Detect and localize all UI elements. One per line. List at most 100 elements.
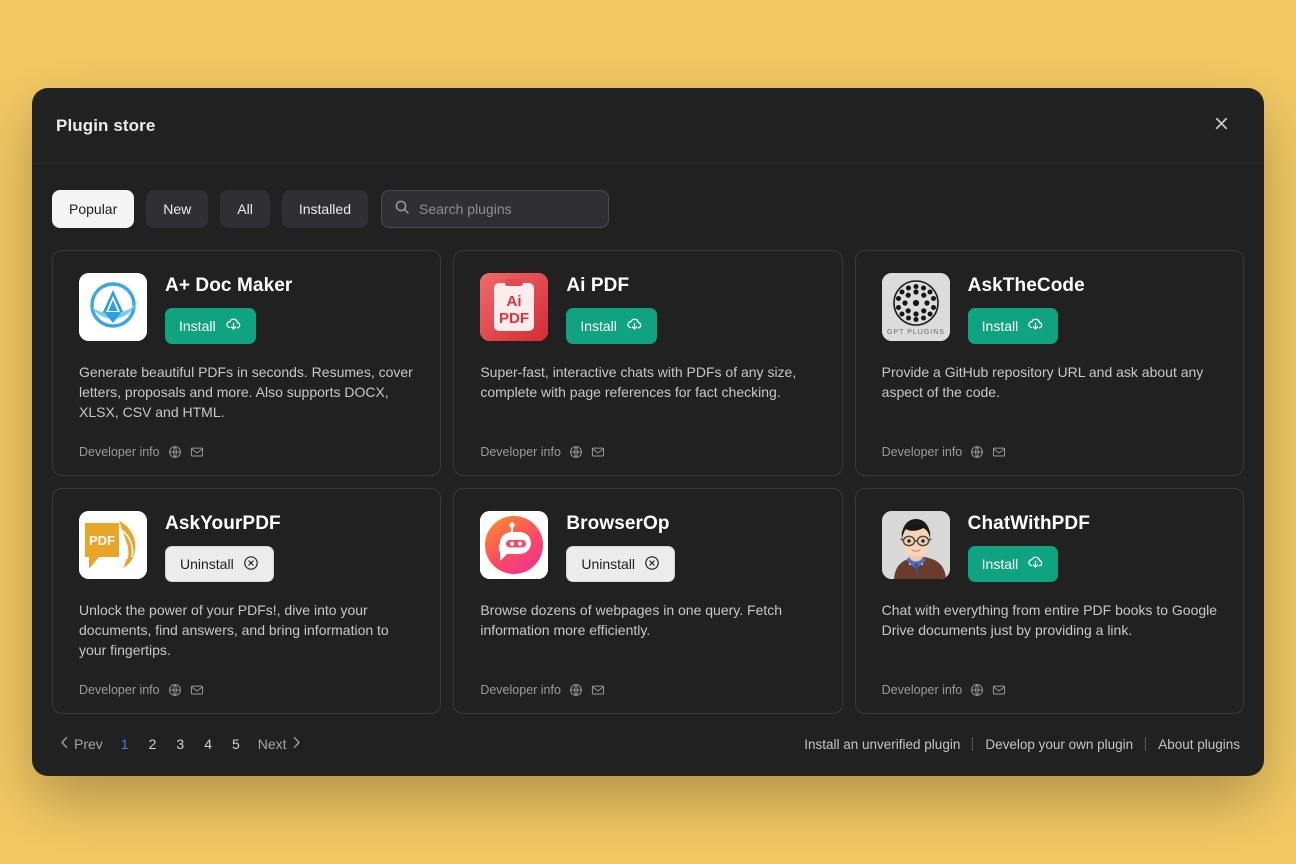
search-box[interactable] [381, 190, 609, 228]
footer-links: Install an unverified plugin Develop you… [792, 737, 1240, 752]
ai-pdf-icon: Ai PDF [480, 273, 549, 341]
globe-icon[interactable] [168, 683, 182, 697]
install-button[interactable]: Install [165, 308, 256, 344]
plugin-name: AskTheCode [967, 275, 1085, 296]
pagination-page-1[interactable]: 1 [111, 732, 139, 756]
search-icon [394, 199, 410, 220]
pagination-page-5[interactable]: 5 [222, 732, 250, 756]
chevron-right-icon [292, 736, 301, 752]
pagination-page-2[interactable]: 2 [139, 732, 167, 756]
plugin-card: ChatWithPDF Install Chat with everything… [854, 488, 1244, 714]
developer-info-row: Developer info [480, 445, 817, 459]
envelope-icon[interactable] [190, 445, 204, 459]
develop-your-own-plugin-link[interactable]: Develop your own plugin [973, 737, 1145, 752]
circle-x-icon [243, 555, 259, 574]
envelope-icon[interactable] [992, 683, 1006, 697]
pagination-page-4[interactable]: 4 [194, 732, 222, 756]
plugin-card-meta: A+ Doc Maker Install [165, 273, 292, 344]
plugin-card: PDF AskYourPDF Uninstall Unlock the powe… [52, 488, 442, 714]
modal-header: Plugin store [32, 88, 1264, 164]
plugin-name: Ai PDF [566, 275, 630, 296]
circle-x-icon [644, 555, 660, 574]
plugin-card: Ai PDF Ai PDF Install Super-fast, intera… [453, 250, 843, 476]
plugin-card-header: A+ Doc Maker Install [79, 273, 416, 344]
globe-icon[interactable] [970, 445, 984, 459]
filter-chip-installed[interactable]: Installed [281, 190, 368, 228]
pagination-next[interactable]: Next [250, 732, 309, 756]
action-button-label: Install [580, 318, 617, 334]
developer-info-label: Developer info [79, 683, 160, 697]
developer-info-label: Developer info [881, 683, 963, 697]
filter-chip-popular[interactable]: Popular [52, 190, 135, 228]
filter-toolbar: Popular New All Installed [32, 164, 1264, 250]
plugin-name: AskYourPDF [165, 513, 281, 534]
plugin-card-header: Ai PDF Ai PDF Install [480, 273, 817, 344]
filter-chip-new[interactable]: New [146, 190, 209, 228]
install-button[interactable]: Install [967, 546, 1059, 582]
plugin-description: Unlock the power of your PDFs!, dive int… [79, 602, 389, 659]
install-button[interactable]: Install [566, 308, 657, 344]
install-button[interactable]: Install [967, 308, 1059, 344]
globe-icon[interactable] [569, 445, 583, 459]
globe-icon[interactable] [970, 683, 984, 697]
install-unverified-plugin-link[interactable]: Install an unverified plugin [792, 737, 972, 752]
action-button-label: Uninstall [180, 556, 234, 572]
action-button-label: Install [981, 318, 1019, 334]
chevron-left-icon [60, 736, 69, 752]
developer-info-row: Developer info [79, 445, 416, 459]
plugin-description: Chat with everything from entire PDF boo… [881, 602, 1218, 639]
developer-info-row: Developer info [480, 683, 817, 697]
modal-footer: Prev 1 2 3 4 5 Next Install an unverifie… [32, 714, 1264, 776]
envelope-icon[interactable] [591, 445, 605, 459]
plugin-card-header: GPT PLUGINS AskTheCode Install [881, 273, 1219, 344]
globe-icon[interactable] [569, 683, 583, 697]
uninstall-button[interactable]: Uninstall [566, 546, 676, 582]
plugin-card-header: ChatWithPDF Install [881, 511, 1219, 582]
plugin-card-meta: AskTheCode Install [967, 273, 1085, 344]
plugin-description: Super-fast, interactive chats with PDFs … [480, 364, 797, 401]
svg-text:GPT PLUGINS: GPT PLUGINS [887, 329, 945, 336]
a-plus-doc-maker-icon [79, 273, 147, 341]
plugin-description: Provide a GitHub repository URL and ask … [881, 364, 1204, 401]
uninstall-button[interactable]: Uninstall [165, 546, 274, 582]
filter-chip-all[interactable]: All [220, 190, 270, 228]
globe-icon[interactable] [168, 445, 182, 459]
developer-info-label: Developer info [480, 445, 561, 459]
pagination-prev[interactable]: Prev [52, 732, 111, 756]
plugin-card-header: PDF AskYourPDF Uninstall [79, 511, 416, 582]
plugin-name: BrowserOp [566, 513, 670, 534]
developer-info-row: Developer info [882, 445, 1219, 459]
close-icon [1213, 115, 1230, 137]
pagination-page-3[interactable]: 3 [166, 732, 194, 756]
plugin-store-modal: Plugin store Popular New All Installed S… [32, 88, 1264, 776]
about-plugins-link[interactable]: About plugins [1146, 737, 1240, 752]
action-button-label: Uninstall [581, 556, 636, 572]
search-input[interactable] [419, 201, 600, 217]
developer-info-label: Developer info [480, 683, 561, 697]
plugin-name: A+ Doc Maker [165, 275, 293, 296]
envelope-icon[interactable] [591, 683, 605, 697]
cloud-download-icon [1027, 316, 1044, 336]
plugin-card-meta: Ai PDF Install [566, 273, 657, 344]
cloud-download-icon [225, 316, 242, 336]
action-button-label: Install [179, 318, 216, 334]
plugin-card: BrowserOp Uninstall Browse dozens of web… [453, 488, 843, 714]
envelope-icon[interactable] [992, 445, 1006, 459]
svg-text:PDF: PDF [499, 310, 529, 327]
plugin-card-meta: ChatWithPDF Install [967, 511, 1090, 582]
developer-info-label: Developer info [79, 445, 160, 459]
action-button-label: Install [981, 556, 1019, 572]
pagination: Prev 1 2 3 4 5 Next [52, 732, 309, 756]
svg-text:Ai: Ai [507, 293, 522, 310]
close-button[interactable] [1206, 111, 1236, 141]
developer-info-label: Developer info [881, 445, 963, 459]
askyourpdf-icon: PDF [79, 511, 147, 579]
browserop-robot-icon [480, 511, 549, 579]
plugin-card-header: BrowserOp Uninstall [480, 511, 817, 582]
plugin-description: Generate beautiful PDFs in seconds. Resu… [79, 364, 413, 421]
pagination-next-label: Next [257, 736, 287, 752]
svg-text:PDF: PDF [89, 533, 115, 548]
plugin-grid: A+ Doc Maker Install Generate beautiful … [32, 250, 1264, 714]
envelope-icon[interactable] [190, 683, 204, 697]
cloud-download-icon [1027, 554, 1044, 574]
